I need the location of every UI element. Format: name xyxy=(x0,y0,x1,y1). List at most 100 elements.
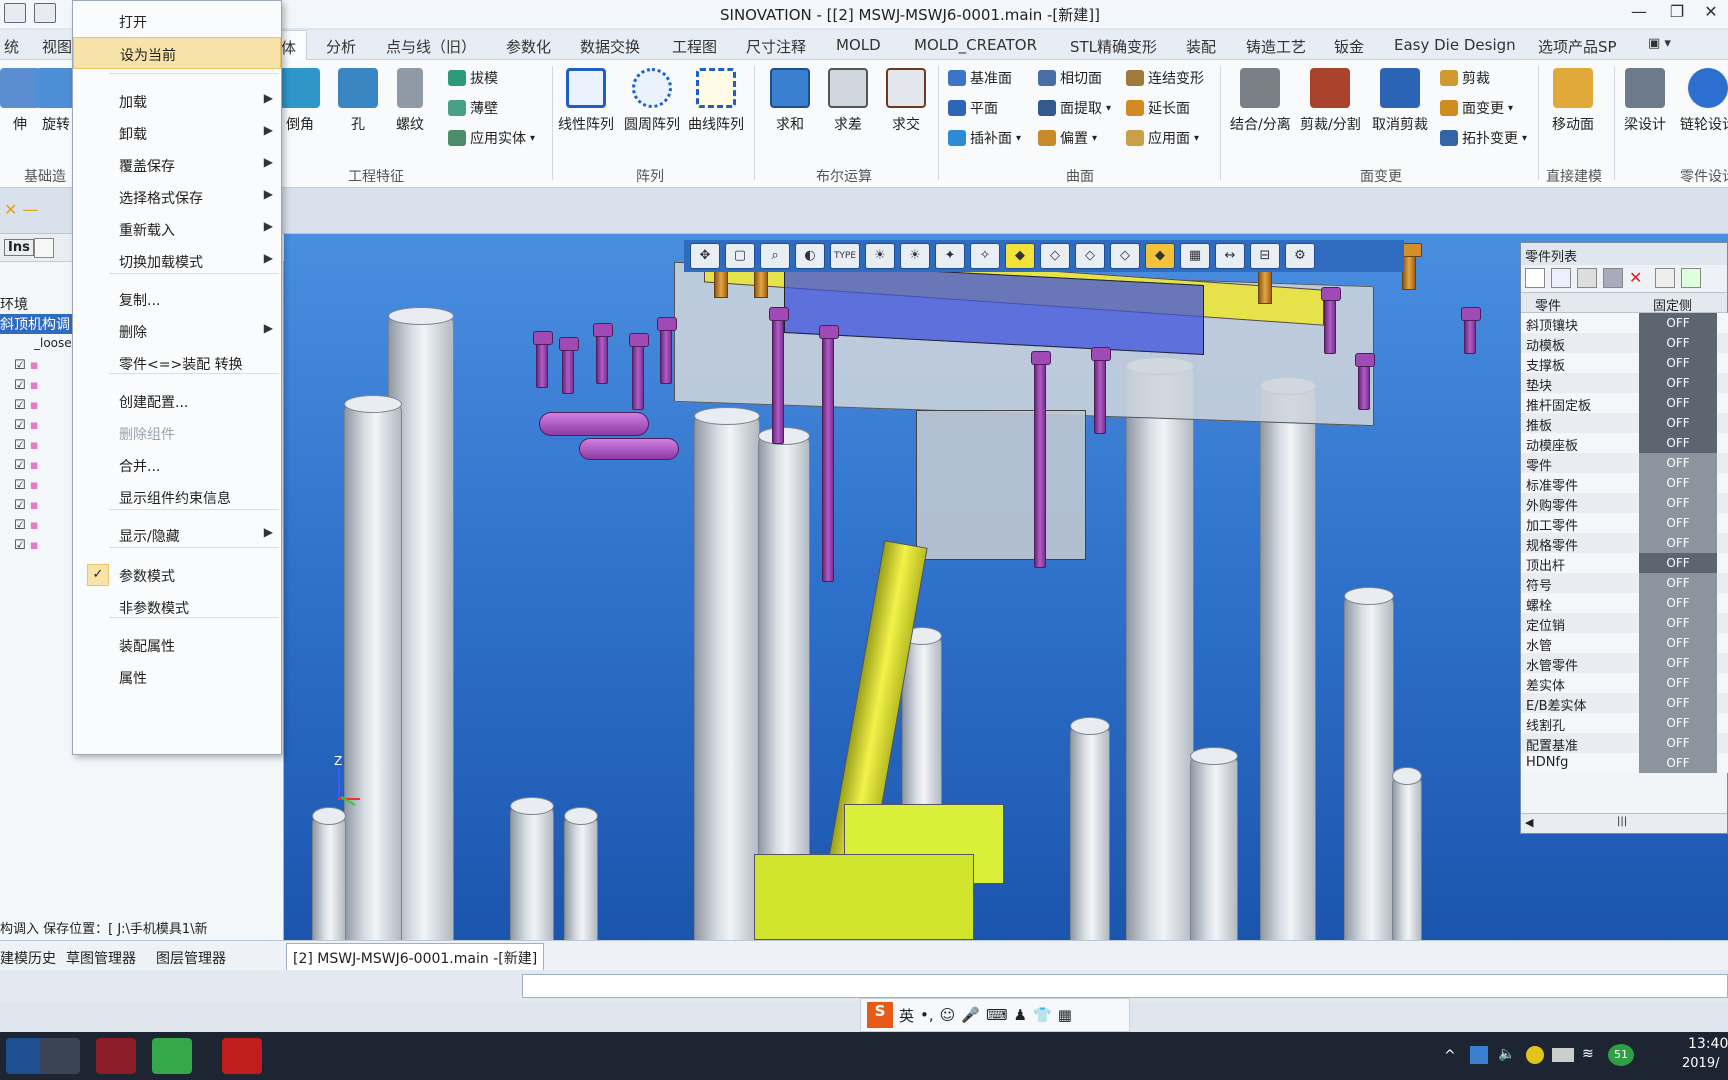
tab-drawing[interactable]: 工程图 xyxy=(672,36,717,57)
part-list-row[interactable]: HDNfg OFF xyxy=(1521,753,1728,773)
fixed-side-toggle[interactable]: OFF xyxy=(1639,733,1717,753)
shell-button[interactable]: 薄壁 xyxy=(448,98,498,118)
keyboard-icon[interactable]: ⌨ xyxy=(986,1006,1008,1024)
grid-icon[interactable]: ▦ xyxy=(1180,243,1210,269)
intersect-button[interactable]: 求交 xyxy=(886,68,926,134)
toolbox-icon[interactable]: ▦ xyxy=(1058,1006,1072,1024)
section-icon[interactable]: ⊟ xyxy=(1250,243,1280,269)
iso-cube-icon[interactable]: ◇ xyxy=(1110,243,1140,269)
fixed-side-toggle[interactable]: OFF xyxy=(1639,673,1717,693)
type-filter-button[interactable]: TYPE xyxy=(830,243,860,269)
scroll-left-icon[interactable]: ◀ xyxy=(1525,816,1533,829)
scroll-thumb[interactable]: ||| xyxy=(1617,816,1627,827)
clock-time[interactable]: 13:40 xyxy=(1688,1036,1728,1052)
part-list-row[interactable]: 动模板 OFF xyxy=(1521,333,1728,354)
tree-checkbox[interactable]: ☑ ▪ xyxy=(14,478,54,498)
fixed-side-toggle[interactable]: OFF xyxy=(1639,573,1717,593)
tree-checkbox[interactable]: ☑ ▪ xyxy=(14,358,54,378)
grid-view-icon[interactable] xyxy=(1655,268,1675,288)
plane-button[interactable]: 平面 xyxy=(948,98,998,118)
tab-assembly[interactable]: 装配 xyxy=(1186,36,1216,57)
refresh-icon[interactable] xyxy=(1681,268,1701,288)
tab-stl[interactable]: STL精确变形 xyxy=(1070,36,1157,57)
combine-separate-button[interactable]: 结合/分离 xyxy=(1230,68,1291,134)
command-input[interactable] xyxy=(522,974,1728,998)
print-icon[interactable] xyxy=(34,3,56,23)
fixed-side-toggle[interactable]: OFF xyxy=(1639,633,1717,653)
solid-cube-icon[interactable]: ◆ xyxy=(1145,243,1175,269)
curve-array-button[interactable]: 曲线阵列 xyxy=(688,68,744,134)
uncut-button[interactable]: 取消剪裁 xyxy=(1372,68,1428,134)
wechat-icon[interactable] xyxy=(152,1038,192,1074)
part-list-row[interactable]: 加工零件 OFF xyxy=(1521,513,1728,534)
part-list-row[interactable]: 线割孔 OFF xyxy=(1521,713,1728,734)
fixed-side-toggle[interactable]: OFF xyxy=(1639,353,1717,373)
tree-item-loose[interactable]: _loose xyxy=(34,336,72,350)
trim-button[interactable]: 剪裁 xyxy=(1440,68,1490,88)
part-list-row[interactable]: E/B差实体 OFF xyxy=(1521,693,1728,714)
fixed-side-toggle[interactable]: OFF xyxy=(1639,553,1717,573)
face-change-button[interactable]: 面变更 ▾ xyxy=(1440,98,1513,118)
part-list-row[interactable]: 螺栓 OFF xyxy=(1521,593,1728,614)
fixed-side-toggle[interactable]: OFF xyxy=(1639,693,1717,713)
fixed-side-toggle[interactable]: OFF xyxy=(1639,713,1717,733)
tab-modeling-history[interactable]: 建模历史 xyxy=(0,948,56,968)
lifter-block[interactable] xyxy=(916,410,1086,560)
sinovation-app-icon[interactable] xyxy=(96,1038,136,1074)
maximize-button[interactable]: ❐ xyxy=(1658,2,1696,26)
tree-checkbox[interactable]: ☑ ▪ xyxy=(14,438,54,458)
face-extract-button[interactable]: 面提取 ▾ xyxy=(1038,98,1111,118)
hole-button[interactable]: 孔 xyxy=(338,68,378,134)
part-list-row[interactable]: 定位销 OFF xyxy=(1521,613,1728,634)
tab-options-sp[interactable]: 选项产品SP xyxy=(1538,36,1617,57)
fixed-side-toggle[interactable]: OFF xyxy=(1639,753,1717,773)
union-button[interactable]: 求和 xyxy=(770,68,810,134)
subtract-button[interactable]: 求差 xyxy=(828,68,868,134)
layout-icon[interactable]: ▣ ▾ xyxy=(1648,36,1671,51)
circular-array-button[interactable]: 圆周阵列 xyxy=(624,68,680,134)
connect-deform-button[interactable]: 连结变形 xyxy=(1126,68,1204,88)
wire-cube-icon[interactable]: ◇ xyxy=(1040,243,1070,269)
menu-item[interactable]: 零件<=>装配 转换 xyxy=(73,347,281,379)
fixed-side-toggle[interactable]: OFF xyxy=(1639,473,1717,493)
fixed-side-toggle[interactable]: OFF xyxy=(1639,373,1717,393)
tab-point-line[interactable]: 点与线（旧） xyxy=(386,36,476,57)
topology-change-button[interactable]: 拓扑变更 ▾ xyxy=(1440,128,1527,148)
tree-checkbox[interactable]: ☑ ▪ xyxy=(14,498,54,518)
fixed-side-toggle[interactable]: OFF xyxy=(1639,413,1717,433)
tab-parametric[interactable]: 参数化 xyxy=(506,36,551,57)
wifi-icon[interactable]: ≋ xyxy=(1582,1046,1594,1062)
tree-checkbox[interactable]: ☑ ▪ xyxy=(14,378,54,398)
layer-icon[interactable] xyxy=(1603,268,1623,288)
shaded-cube-icon[interactable]: ◆ xyxy=(1005,243,1035,269)
tab-analysis[interactable]: 分析 xyxy=(326,36,356,57)
part-list-row[interactable]: 标准零件 OFF xyxy=(1521,473,1728,494)
clock-date[interactable]: 2019/ xyxy=(1682,1056,1719,1071)
menu-item[interactable]: 设为当前 xyxy=(73,37,281,69)
menu-item[interactable]: 装配属性 xyxy=(73,629,281,661)
skin-icon[interactable]: 👕 xyxy=(1033,1006,1052,1024)
part-list-row[interactable]: 规格零件 OFF xyxy=(1521,533,1728,554)
menu-item[interactable]: 打开 xyxy=(73,5,281,37)
extend-face-button[interactable]: 延长面 xyxy=(1126,98,1190,118)
part-list-row[interactable]: 支撑板 OFF xyxy=(1521,353,1728,374)
delete-icon[interactable]: ✕ xyxy=(1629,268,1649,288)
volume-icon[interactable]: 🔈 xyxy=(1498,1046,1515,1062)
spot-light-icon[interactable]: ✧ xyxy=(970,243,1000,269)
save-icon[interactable] xyxy=(4,3,26,23)
menu-item[interactable]: 合并... xyxy=(73,449,281,481)
sogou-logo-icon[interactable]: S xyxy=(867,1002,893,1028)
tree-selected-item[interactable]: 斜顶机构调 xyxy=(0,314,80,334)
part-list-row[interactable]: 配置基准 OFF xyxy=(1521,733,1728,754)
fixed-side-toggle[interactable]: OFF xyxy=(1639,593,1717,613)
part-list-row[interactable]: 顶出杆 OFF xyxy=(1521,553,1728,574)
menu-item[interactable]: 加载 ▶ xyxy=(73,85,281,117)
gear-design-button[interactable]: 链轮设计 xyxy=(1680,68,1728,134)
tree-checkbox[interactable]: ☑ ▪ xyxy=(14,538,54,558)
base-plane-button[interactable]: 基准面 xyxy=(948,68,1012,88)
zoom-icon[interactable]: ⌕ xyxy=(760,243,790,269)
new-icon[interactable] xyxy=(1525,268,1545,288)
tab-easy-die[interactable]: Easy Die Design xyxy=(1394,36,1516,54)
tangent-face-button[interactable]: 相切面 xyxy=(1038,68,1102,88)
menu-item[interactable]: 显示/隐藏 ▶ xyxy=(73,519,281,551)
